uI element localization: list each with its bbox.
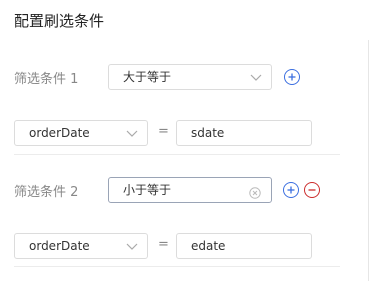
- chevron-down-icon: [250, 74, 262, 81]
- condition-2-label: 筛选条件 2: [14, 185, 79, 200]
- condition-1-label: 筛选条件 1: [14, 72, 79, 87]
- add-condition-button[interactable]: [283, 182, 299, 198]
- add-condition-button[interactable]: [284, 69, 300, 85]
- minus-icon: [308, 189, 316, 191]
- condition-separator: [14, 154, 340, 155]
- plus-icon: [288, 73, 296, 81]
- condition-2-value-input[interactable]: edate: [176, 233, 312, 259]
- condition-2-value-text: edate: [191, 239, 226, 253]
- chevron-down-icon: [126, 130, 138, 137]
- condition-1-value-text: sdate: [191, 126, 225, 140]
- condition-1-field-value: orderDate: [29, 126, 90, 140]
- condition-2-operator-select[interactable]: 小于等于: [108, 177, 272, 203]
- clear-icon[interactable]: [249, 187, 261, 199]
- panel-divider: [368, 40, 369, 281]
- condition-1-operator-select[interactable]: 大于等于: [108, 64, 272, 90]
- condition-2-equals-sign: =: [158, 237, 169, 252]
- panel-title: 配置刷选条件: [14, 12, 105, 30]
- condition-1-equals-sign: =: [158, 124, 169, 139]
- condition-2-field-select[interactable]: orderDate: [14, 233, 148, 259]
- condition-2-field-value: orderDate: [29, 239, 90, 253]
- plus-icon: [287, 186, 295, 194]
- condition-separator: [14, 266, 340, 267]
- condition-1-value-input[interactable]: sdate: [176, 120, 312, 146]
- condition-1-operator-value: 大于等于: [123, 70, 172, 84]
- chevron-down-icon: [126, 243, 138, 250]
- remove-condition-button[interactable]: [304, 182, 320, 198]
- condition-2-operator-value: 小于等于: [123, 183, 172, 197]
- condition-1-field-select[interactable]: orderDate: [14, 120, 148, 146]
